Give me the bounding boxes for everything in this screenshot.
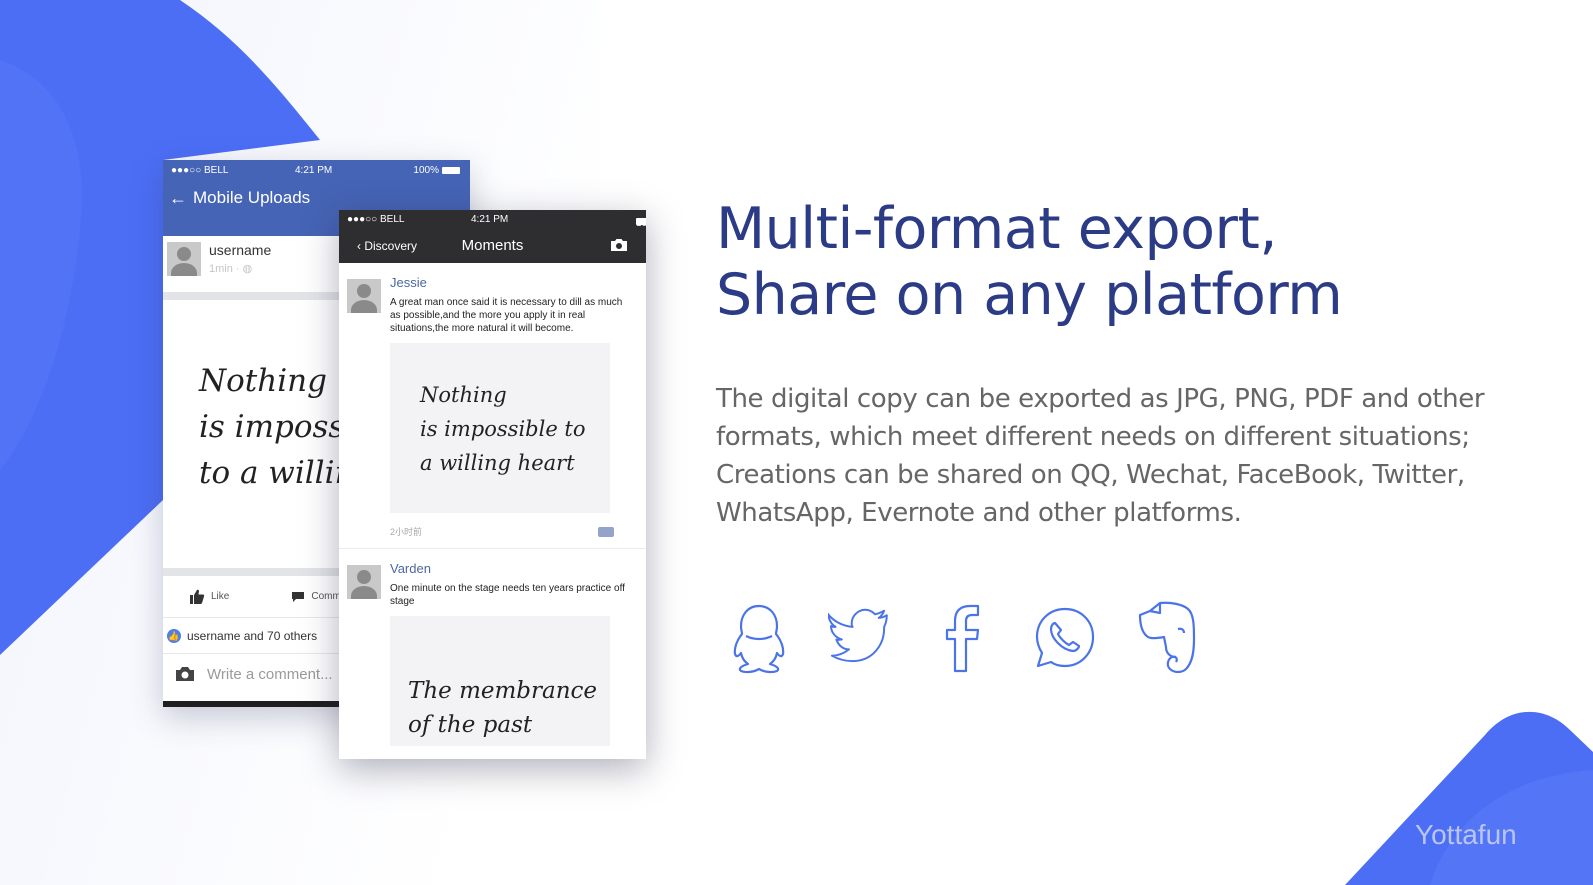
nav-title: Mobile Uploads (193, 188, 311, 207)
moment-post: Jessie A great man once said it is neces… (339, 263, 646, 548)
headline: Multi-format export, Share on any platfo… (716, 196, 1476, 328)
clock-label: 4:21 PM (471, 214, 509, 225)
handwriting-image[interactable]: Nothing is impossible to a willing heart (390, 343, 610, 513)
carrier-label: ●●●○○ BELL (347, 214, 405, 225)
handwriting-line: of the past (408, 712, 533, 738)
camera-icon[interactable] (175, 666, 195, 682)
battery-icon (636, 218, 646, 225)
twitter-icon[interactable] (824, 598, 898, 678)
status-bar: ●●●○○ BELL 4:21 PM 100% (339, 210, 646, 230)
description-text: The digital copy can be exported as JPG,… (716, 384, 1485, 528)
brand-watermark: Yottafun (1415, 819, 1517, 850)
battery-label: 100% (413, 164, 439, 176)
avatar[interactable] (347, 279, 381, 313)
comment-placeholder: Write a comment... (207, 665, 333, 683)
comment-icon (292, 591, 305, 602)
avatar[interactable] (347, 565, 381, 599)
camera-icon[interactable] (610, 238, 628, 257)
headline-line-1: Multi-format export, (716, 196, 1277, 262)
post-time: 2小时前 (390, 527, 423, 537)
moment-post: Varden One minute on the stage needs ten… (339, 549, 646, 746)
post-time: 1min · ◍ (209, 263, 253, 275)
avatar[interactable] (167, 242, 201, 276)
handwriting-line: is impossible to (420, 417, 586, 441)
status-bar: ●●●○○ BELL 4:21 PM 100% (163, 160, 470, 180)
thumbs-up-icon (190, 589, 205, 604)
like-badge-icon: 👍 (167, 628, 181, 643)
back-arrow-icon[interactable]: ← (169, 188, 187, 209)
whatsapp-icon[interactable] (1028, 598, 1102, 678)
battery-status: 100% (413, 165, 460, 176)
carrier-label: ●●●○○ BELL (171, 164, 229, 176)
handwriting-line: Nothing (420, 383, 507, 407)
evernote-icon[interactable] (1130, 598, 1204, 678)
clock-label: 4:21 PM (295, 164, 333, 176)
post-text: A great man once said it is necessary to… (390, 297, 623, 334)
headline-line-2: Share on any platform (716, 262, 1343, 328)
qq-icon[interactable] (722, 598, 796, 678)
handwriting-image[interactable]: The membrance of the past (390, 616, 610, 746)
handwriting-line: a willing heart (420, 451, 575, 475)
globe-icon: ◍ (242, 263, 253, 275)
like-button[interactable]: Like (189, 589, 229, 604)
platform-icons (722, 598, 1204, 678)
post-author[interactable]: Varden (390, 561, 626, 576)
phone-mockup-moments: ●●●○○ BELL 4:21 PM 100% ‹ Discovery Mome… (339, 210, 646, 759)
nav-bar: ‹ Discovery Moments (339, 230, 646, 263)
facebook-icon[interactable] (926, 598, 1000, 678)
handwriting-line: The membrance (408, 678, 598, 704)
post-username[interactable]: username (209, 242, 271, 258)
like-label: Like (211, 591, 230, 602)
likes-text: username and 70 others (187, 628, 318, 643)
nav-title: Moments (461, 237, 524, 254)
battery-icon (442, 166, 460, 174)
post-text: One minute on the stage needs ten years … (390, 583, 625, 607)
comment-icon[interactable] (598, 526, 614, 537)
post-author[interactable]: Jessie (390, 275, 626, 290)
